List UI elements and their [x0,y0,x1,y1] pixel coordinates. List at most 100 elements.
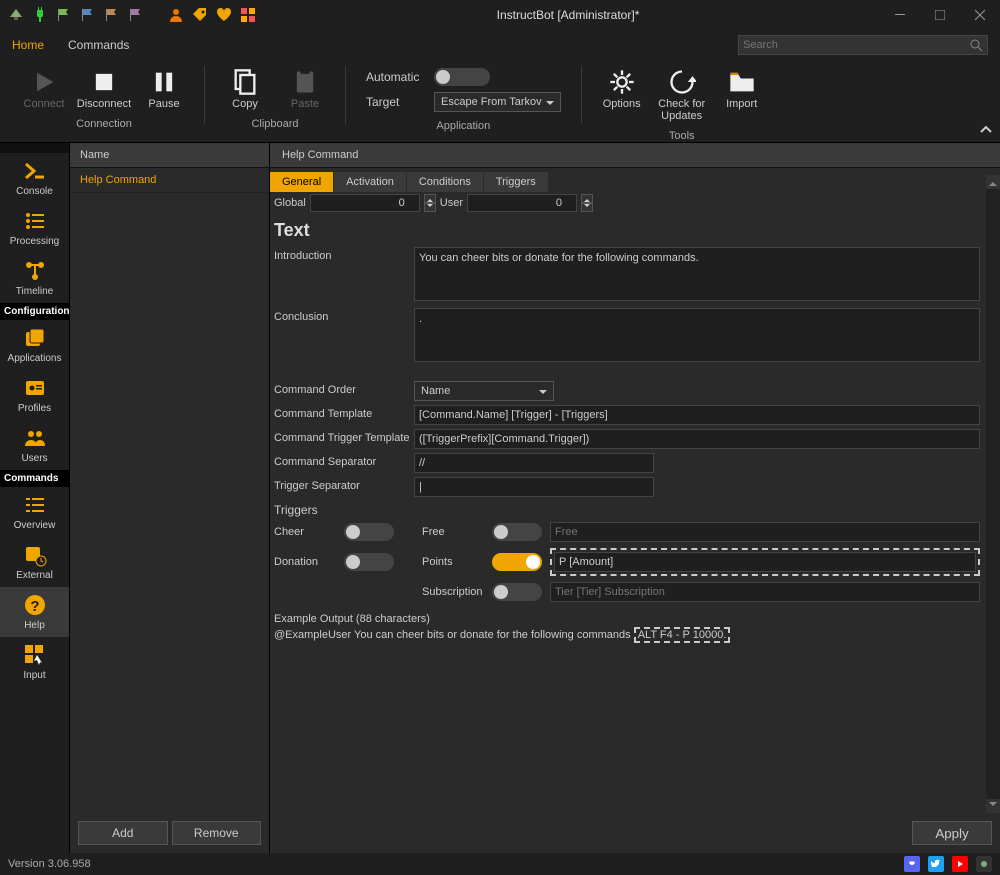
youtube-icon[interactable] [952,856,968,872]
trig-sep-input[interactable] [414,477,654,497]
cmd-trig-tpl-input[interactable] [414,429,980,449]
bug-icon[interactable] [976,856,992,872]
free-input[interactable] [550,522,980,542]
cmd-order-dropdown[interactable]: Name [414,381,554,401]
discord-icon[interactable] [904,856,920,872]
free-toggle[interactable] [492,523,542,541]
cheer-toggle[interactable] [344,523,394,541]
cmd-tpl-label: Command Template [274,405,414,420]
group-clipboard-label: Clipboard [251,118,298,130]
pause-button[interactable]: Pause [136,64,192,114]
editor-title: Help Command [270,143,1000,168]
twitter-icon[interactable] [928,856,944,872]
close-button[interactable] [960,0,1000,30]
conclusion-input[interactable] [414,308,980,362]
nav-external[interactable]: External [0,537,69,587]
grid-icon[interactable] [240,7,256,23]
status-bar: Version 3.06.958 [0,853,1000,875]
nav-overview[interactable]: Overview [0,487,69,537]
target-dropdown[interactable]: Escape From Tarkov [434,92,561,112]
plug-icon[interactable] [32,7,48,23]
heart-icon[interactable] [216,7,232,23]
version-label: Version 3.06.958 [8,858,91,870]
import-button[interactable]: Import [714,64,770,126]
conclusion-label: Conclusion [274,308,414,323]
check-updates-button[interactable]: Check for Updates [654,64,710,126]
points-toggle[interactable] [492,553,542,571]
nav-profiles[interactable]: Profiles [0,370,69,420]
cheer-label: Cheer [274,526,336,538]
flag3-icon[interactable] [104,7,120,23]
connect-button[interactable]: Connect [16,64,72,114]
automatic-label: Automatic [366,70,426,84]
tab-general[interactable]: General [270,172,333,192]
flag2-icon[interactable] [80,7,96,23]
person-icon[interactable] [168,7,184,23]
intro-label: Introduction [274,247,414,262]
nav-timeline[interactable]: Timeline [0,253,69,303]
ribbon-collapse-button[interactable] [980,124,992,136]
user-label: User [440,197,463,209]
group-tools-label: Tools [669,130,695,142]
list-header[interactable]: Name [70,143,269,168]
menu-home[interactable]: Home [12,38,44,52]
global-input[interactable] [310,194,420,212]
group-connection-label: Connection [76,118,132,130]
apply-button[interactable]: Apply [912,821,992,845]
cmd-tpl-input[interactable] [414,405,980,425]
cmd-sep-label: Command Separator [274,453,414,468]
points-input[interactable] [554,552,976,572]
titlebar-tool-icons [8,7,256,23]
paste-button[interactable]: Paste [277,64,333,114]
tag-icon[interactable] [192,7,208,23]
tab-triggers[interactable]: Triggers [484,172,548,192]
subscription-input[interactable] [550,582,980,602]
nav-processing[interactable]: Processing [0,203,69,253]
points-label: Points [422,556,484,568]
menu-commands[interactable]: Commands [68,38,129,52]
editor-panel: Help Command General Activation Conditio… [270,143,1000,853]
nav-applications[interactable]: Applications [0,320,69,370]
nav-console[interactable]: Console [0,153,69,203]
user-input[interactable] [467,194,577,212]
options-button[interactable]: Options [594,64,650,126]
scrollbar[interactable] [986,175,1000,813]
nav-users[interactable]: Users [0,420,69,470]
tab-conditions[interactable]: Conditions [407,172,483,192]
add-button[interactable]: Add [78,821,168,845]
user-spinner[interactable] [581,194,593,212]
copy-button[interactable]: Copy [217,64,273,114]
disconnect-button[interactable]: Disconnect [76,64,132,114]
command-list: Name Help Command Add Remove [70,143,270,853]
group-application-label: Application [436,120,490,132]
nav-help[interactable]: ?Help [0,587,69,637]
intro-input[interactable] [414,247,980,301]
list-item[interactable]: Help Command [70,168,269,193]
cmd-sep-input[interactable] [414,453,654,473]
nav-group-top [0,143,69,153]
nav-input[interactable]: Input [0,637,69,687]
menu-bar: Home Commands [0,30,1000,60]
example-output: @ExampleUser You can cheer bits or donat… [274,629,980,641]
search-box[interactable] [738,35,988,55]
remove-button[interactable]: Remove [172,821,262,845]
global-label: Global [274,197,306,209]
left-nav: Console Processing Timeline Configuratio… [0,143,70,853]
section-text: Text [270,214,984,247]
donation-toggle[interactable] [344,553,394,571]
flag4-icon[interactable] [128,7,144,23]
search-icon[interactable] [969,38,983,52]
ribbon: Connect Disconnect Pause Connection Copy… [0,60,1000,143]
cmd-order-label: Command Order [274,381,414,396]
global-spinner[interactable] [424,194,436,212]
search-input[interactable] [743,39,969,51]
flag1-icon[interactable] [56,7,72,23]
editor-tabs: General Activation Conditions Triggers [270,172,984,192]
automatic-toggle[interactable] [434,68,490,86]
window-title: InstructBot [Administrator]* [256,8,880,22]
subscription-toggle[interactable] [492,583,542,601]
maximize-button[interactable] [920,0,960,30]
minimize-button[interactable] [880,0,920,30]
tab-activation[interactable]: Activation [334,172,406,192]
trig-sep-label: Trigger Separator [274,477,414,492]
